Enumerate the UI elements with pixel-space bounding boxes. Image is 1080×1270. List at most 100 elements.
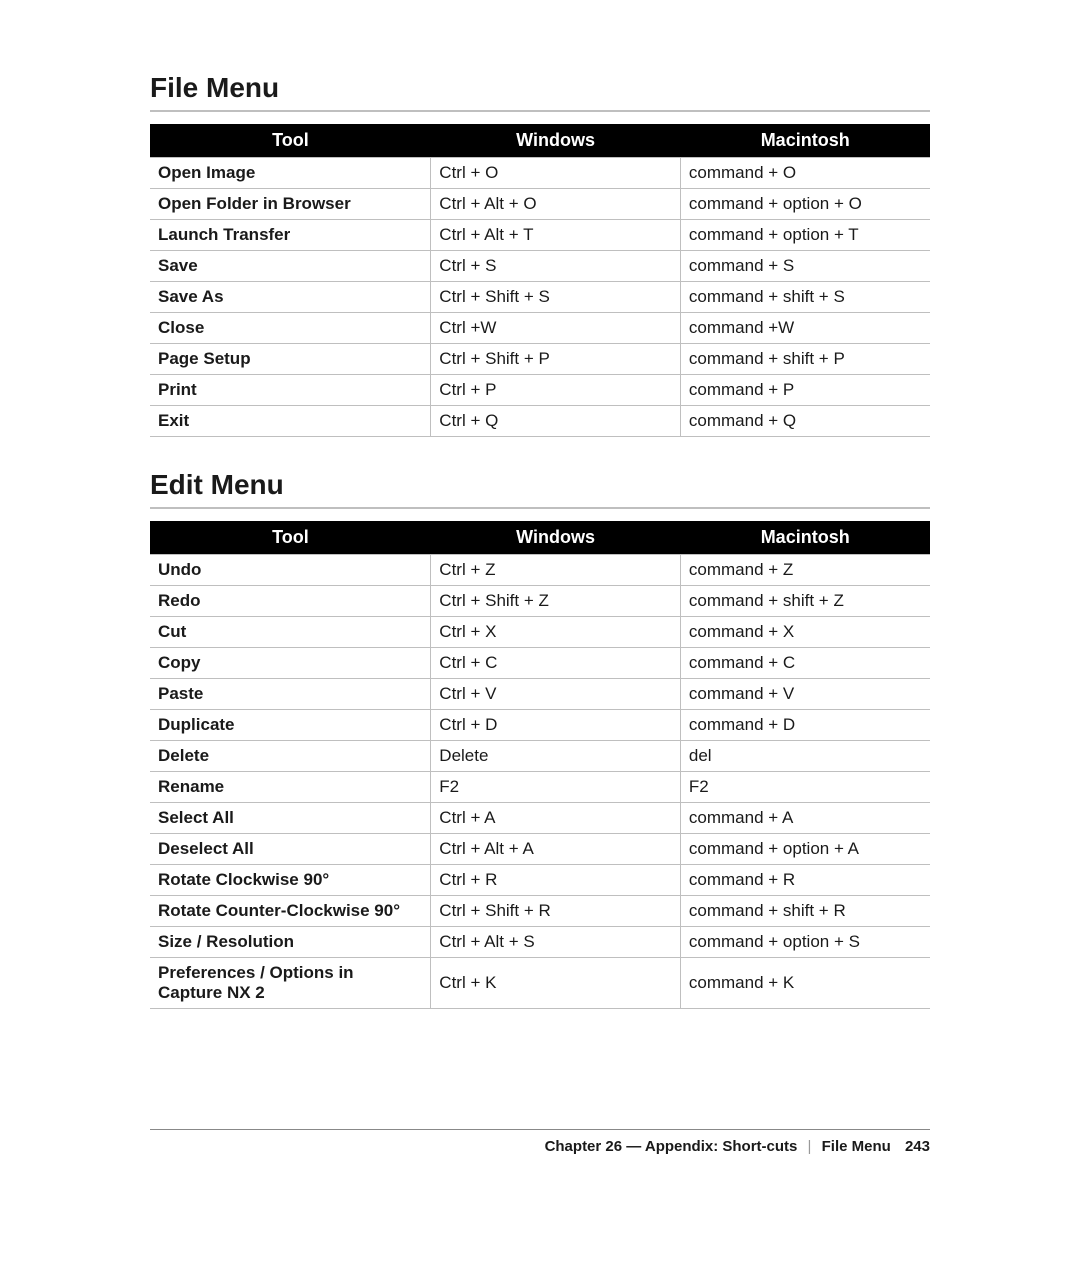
cell-mac: command + option + A	[680, 834, 930, 865]
cell-win: Ctrl + C	[431, 648, 681, 679]
cell-mac: command + shift + Z	[680, 586, 930, 617]
table-row: PrintCtrl + Pcommand + P	[150, 375, 930, 406]
table-row: CutCtrl + Xcommand + X	[150, 617, 930, 648]
cell-mac: command + option + O	[680, 189, 930, 220]
cell-tool: Save As	[150, 282, 431, 313]
cell-tool: Preferences / Options in Capture NX 2	[150, 958, 431, 1009]
cell-tool: Redo	[150, 586, 431, 617]
file-menu-table: Tool Windows Macintosh Open ImageCtrl + …	[150, 124, 930, 437]
table-row: ExitCtrl + Qcommand + Q	[150, 406, 930, 437]
cell-win: Delete	[431, 741, 681, 772]
cell-mac: command + R	[680, 865, 930, 896]
table-row: CloseCtrl +Wcommand +W	[150, 313, 930, 344]
cell-mac: command + O	[680, 158, 930, 189]
cell-tool: Copy	[150, 648, 431, 679]
footer-separator: |	[802, 1138, 818, 1155]
cell-mac: command + shift + P	[680, 344, 930, 375]
cell-tool: Launch Transfer	[150, 220, 431, 251]
col-windows: Windows	[431, 124, 681, 158]
footer-page-number: 243	[895, 1138, 930, 1155]
cell-win: Ctrl + V	[431, 679, 681, 710]
table-row: Launch TransferCtrl + Alt + Tcommand + o…	[150, 220, 930, 251]
cell-win: Ctrl + D	[431, 710, 681, 741]
table-row: Open Folder in BrowserCtrl + Alt + Ocomm…	[150, 189, 930, 220]
table-row: Page SetupCtrl + Shift + Pcommand + shif…	[150, 344, 930, 375]
cell-tool: Exit	[150, 406, 431, 437]
table-row: Rotate Counter-Clockwise 90°Ctrl + Shift…	[150, 896, 930, 927]
table-row: Size / ResolutionCtrl + Alt + Scommand +…	[150, 927, 930, 958]
cell-mac: command + C	[680, 648, 930, 679]
cell-tool: Size / Resolution	[150, 927, 431, 958]
cell-tool: Select All	[150, 803, 431, 834]
col-mac: Macintosh	[680, 521, 930, 555]
col-windows: Windows	[431, 521, 681, 555]
cell-win: Ctrl + O	[431, 158, 681, 189]
cell-tool: Deselect All	[150, 834, 431, 865]
cell-mac: command + K	[680, 958, 930, 1009]
cell-mac: command + A	[680, 803, 930, 834]
cell-win: Ctrl + Alt + A	[431, 834, 681, 865]
page-content: File Menu Tool Windows Macintosh Open Im…	[0, 0, 1080, 1009]
footer-chapter: Chapter 26 — Appendix: Short-cuts	[545, 1138, 798, 1155]
footer-rule	[150, 1129, 930, 1130]
edit-menu-table: Tool Windows Macintosh UndoCtrl + Zcomma…	[150, 521, 930, 1009]
section-rule	[150, 110, 930, 112]
table-row: Open ImageCtrl + Ocommand + O	[150, 158, 930, 189]
cell-tool: Page Setup	[150, 344, 431, 375]
cell-win: Ctrl + Q	[431, 406, 681, 437]
table-row: PasteCtrl + Vcommand + V	[150, 679, 930, 710]
table-row: CopyCtrl + Ccommand + C	[150, 648, 930, 679]
cell-mac: command + shift + S	[680, 282, 930, 313]
cell-mac: command + option + S	[680, 927, 930, 958]
cell-win: Ctrl + Shift + Z	[431, 586, 681, 617]
table-row: SaveCtrl + Scommand + S	[150, 251, 930, 282]
cell-tool: Paste	[150, 679, 431, 710]
table-row: RedoCtrl + Shift + Zcommand + shift + Z	[150, 586, 930, 617]
cell-tool: Delete	[150, 741, 431, 772]
cell-win: Ctrl + S	[431, 251, 681, 282]
cell-mac: command + V	[680, 679, 930, 710]
cell-win: Ctrl + Alt + T	[431, 220, 681, 251]
col-mac: Macintosh	[680, 124, 930, 158]
cell-win: Ctrl + K	[431, 958, 681, 1009]
section-rule	[150, 507, 930, 509]
table-row: Select AllCtrl + Acommand + A	[150, 803, 930, 834]
col-tool: Tool	[150, 521, 431, 555]
cell-win: Ctrl + Shift + P	[431, 344, 681, 375]
cell-mac: command + P	[680, 375, 930, 406]
cell-win: Ctrl + Alt + S	[431, 927, 681, 958]
footer-section: File Menu	[822, 1138, 891, 1155]
cell-win: Ctrl + Z	[431, 555, 681, 586]
cell-win: Ctrl + X	[431, 617, 681, 648]
section-title-edit-menu: Edit Menu	[150, 469, 930, 501]
cell-tool: Rotate Clockwise 90°	[150, 865, 431, 896]
cell-tool: Rename	[150, 772, 431, 803]
cell-tool: Cut	[150, 617, 431, 648]
cell-mac: command + D	[680, 710, 930, 741]
table-row: Deselect AllCtrl + Alt + Acommand + opti…	[150, 834, 930, 865]
table-row: DuplicateCtrl + Dcommand + D	[150, 710, 930, 741]
cell-win: Ctrl + P	[431, 375, 681, 406]
cell-tool: Close	[150, 313, 431, 344]
cell-win: Ctrl + R	[431, 865, 681, 896]
cell-mac: command + Z	[680, 555, 930, 586]
table-row: Save AsCtrl + Shift + Scommand + shift +…	[150, 282, 930, 313]
cell-mac: command +W	[680, 313, 930, 344]
cell-tool: Rotate Counter-Clockwise 90°	[150, 896, 431, 927]
page-footer: Chapter 26 — Appendix: Short-cuts | File…	[150, 1129, 930, 1155]
cell-tool: Undo	[150, 555, 431, 586]
cell-win: Ctrl + Shift + S	[431, 282, 681, 313]
table-header-row: Tool Windows Macintosh	[150, 521, 930, 555]
cell-win: Ctrl + Shift + R	[431, 896, 681, 927]
cell-tool: Open Folder in Browser	[150, 189, 431, 220]
cell-mac: del	[680, 741, 930, 772]
col-tool: Tool	[150, 124, 431, 158]
cell-mac: command + X	[680, 617, 930, 648]
cell-mac: F2	[680, 772, 930, 803]
cell-win: Ctrl +W	[431, 313, 681, 344]
table-header-row: Tool Windows Macintosh	[150, 124, 930, 158]
cell-tool: Save	[150, 251, 431, 282]
table-row: RenameF2F2	[150, 772, 930, 803]
cell-win: Ctrl + Alt + O	[431, 189, 681, 220]
table-row: Rotate Clockwise 90°Ctrl + Rcommand + R	[150, 865, 930, 896]
